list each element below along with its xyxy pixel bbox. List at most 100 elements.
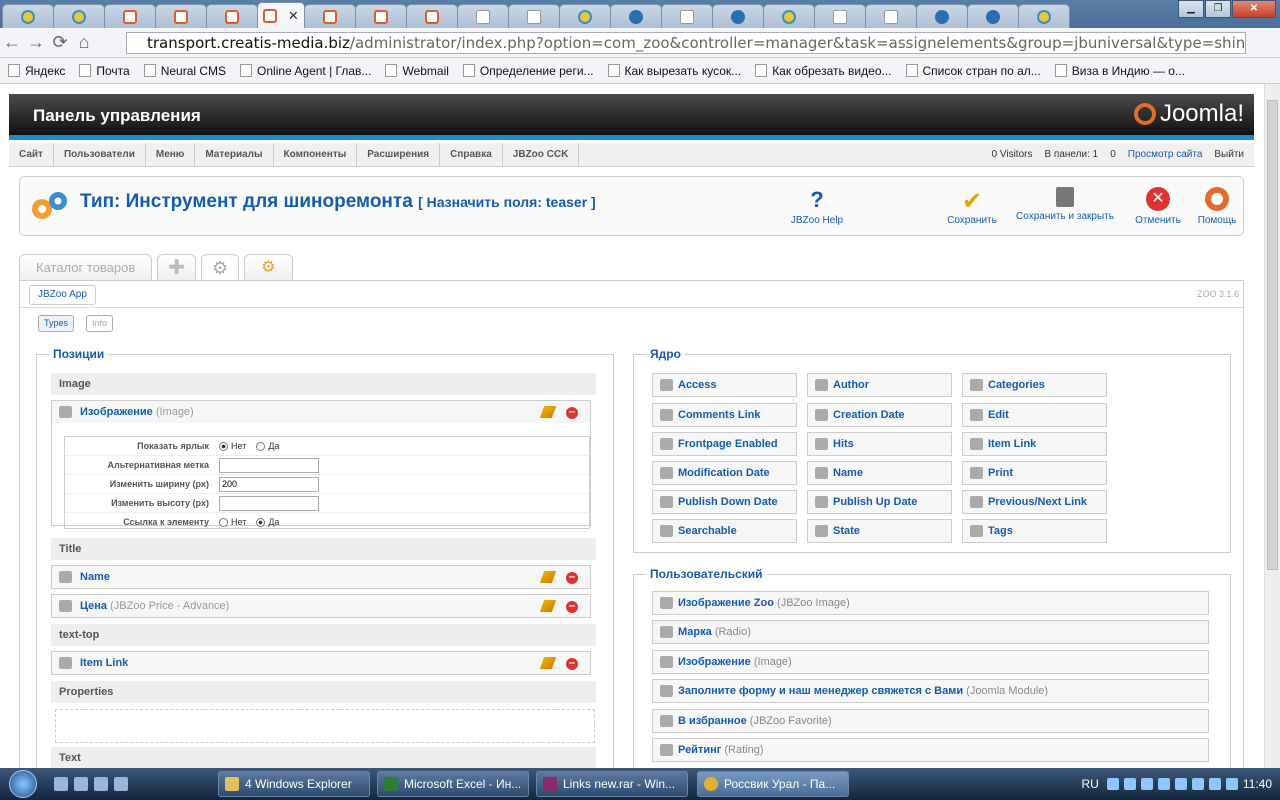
app-gear-icon[interactable]: ⚙	[244, 254, 293, 281]
menu-item-help[interactable]: Справка	[440, 142, 503, 167]
element-item-link[interactable]: Item Link –	[51, 651, 591, 675]
custom-element[interactable]: Заполните форму и наш менеджер свяжется …	[652, 679, 1209, 703]
logout-link[interactable]: Выйти	[1214, 143, 1244, 167]
tray-icon[interactable]	[1157, 778, 1170, 790]
browser-tab[interactable]	[610, 4, 662, 28]
core-element[interactable]: State	[807, 519, 952, 543]
menu-item-menus[interactable]: Меню	[146, 142, 196, 167]
custom-element[interactable]: Изображение (Image)	[652, 650, 1209, 674]
core-element[interactable]: Hits	[807, 432, 952, 456]
bookmark[interactable]: Online Agent | Глав...	[240, 64, 371, 78]
width-input[interactable]	[219, 476, 319, 492]
url-input[interactable]: transport.creatis-media.biz/administrato…	[126, 32, 1246, 54]
custom-element[interactable]: Изображение Zoo (JBZoo Image)	[652, 591, 1209, 615]
help-button[interactable]: Помощь	[1182, 187, 1252, 226]
network-icon[interactable]	[1208, 778, 1221, 790]
vertical-scrollbar[interactable]	[1264, 84, 1280, 768]
bookmark[interactable]: Почта	[79, 64, 130, 78]
browser-tab[interactable]	[53, 4, 105, 28]
alt-label-input[interactable]	[219, 457, 319, 473]
menu-item-users[interactable]: Пользователи	[54, 142, 146, 167]
language-indicator[interactable]: RU	[1082, 777, 1099, 791]
outlook-icon[interactable]	[74, 777, 88, 791]
edit-pencil-icon[interactable]	[539, 600, 557, 612]
taskbar-excel[interactable]: Microsoft Excel - Ин...	[377, 771, 529, 797]
messages-count[interactable]: 0	[1110, 143, 1116, 167]
delete-icon[interactable]: –	[566, 572, 578, 584]
core-element[interactable]: Publish Up Date	[807, 490, 952, 514]
calculator-icon[interactable]	[94, 777, 108, 791]
delete-icon[interactable]: –	[566, 658, 578, 670]
core-element[interactable]: Creation Date	[807, 403, 952, 427]
bookmark[interactable]: Webmail	[385, 64, 449, 78]
save-button[interactable]: ✔ Сохранить	[937, 187, 1007, 226]
core-element[interactable]: Publish Down Date	[652, 490, 797, 514]
clock[interactable]: 11:40	[1243, 777, 1272, 791]
radio-no[interactable]	[219, 442, 228, 452]
minimize-icon[interactable]: ▁	[1178, 0, 1204, 18]
tray-icon[interactable]	[1174, 778, 1187, 790]
radio-yes[interactable]	[256, 442, 266, 452]
height-input[interactable]	[219, 495, 319, 511]
core-element[interactable]: Previous/Next Link	[962, 490, 1107, 514]
browser-tab[interactable]	[763, 4, 815, 28]
browser-tab[interactable]	[1018, 4, 1070, 28]
core-element[interactable]: Name	[807, 461, 952, 485]
bookmark[interactable]: Виза в Индию — о...	[1054, 64, 1185, 78]
tray-icon[interactable]	[1123, 778, 1136, 790]
taskbar-chrome[interactable]: Россвик Урал - Па...	[697, 771, 849, 797]
home-icon[interactable]: ⌂	[72, 32, 96, 53]
browser-tab[interactable]	[355, 4, 407, 28]
core-element[interactable]: Item Link	[962, 432, 1107, 456]
app-icon[interactable]	[114, 777, 128, 791]
bookmark[interactable]: Яндекс	[8, 64, 65, 78]
back-icon[interactable]: ←	[0, 32, 24, 53]
bookmark[interactable]: Как обрезать видео...	[755, 64, 892, 78]
delete-icon[interactable]: –	[566, 601, 578, 613]
core-element[interactable]: Edit	[962, 403, 1107, 427]
scrollbar-thumb[interactable]	[1267, 100, 1278, 570]
tray-icon[interactable]	[1140, 778, 1153, 790]
browser-tab[interactable]	[304, 4, 356, 28]
window-close-icon[interactable]: ✕	[1232, 0, 1276, 18]
forward-icon[interactable]: →	[24, 32, 48, 53]
menu-item-site[interactable]: Сайт	[9, 142, 54, 167]
browser-tab[interactable]	[559, 4, 611, 28]
browser-tab[interactable]	[104, 4, 156, 28]
core-element[interactable]: Modification Date	[652, 461, 797, 485]
core-element[interactable]: Comments Link	[652, 403, 797, 427]
browser-tab[interactable]	[967, 4, 1019, 28]
close-tab-icon[interactable]: ✕	[288, 8, 299, 24]
custom-element[interactable]: В избранное (JBZoo Favorite)	[652, 709, 1209, 733]
radio-yes[interactable]	[256, 518, 266, 528]
element-price[interactable]: Цена (JBZoo Price - Advance) –	[51, 594, 591, 618]
tab-catalog[interactable]: Каталог товаров	[19, 254, 153, 281]
edit-pencil-icon[interactable]	[539, 657, 557, 669]
core-element[interactable]: Searchable	[652, 519, 797, 543]
view-site-link[interactable]: Просмотр сайта	[1128, 149, 1203, 160]
save-close-button[interactable]: Сохранить и закрыть	[1010, 187, 1120, 222]
browser-tab-active[interactable]: ✕	[257, 2, 305, 28]
taskbar-winrar[interactable]: Links new.rar - Win...	[536, 771, 688, 797]
custom-element[interactable]: Марка (Radio)	[652, 620, 1209, 644]
browser-tab[interactable]	[206, 4, 258, 28]
browser-tab[interactable]	[814, 4, 866, 28]
menu-item-extensions[interactable]: Расширения	[357, 142, 441, 167]
bookmark[interactable]: Список стран по ал...	[905, 64, 1041, 78]
info-link[interactable]: Info	[86, 315, 114, 332]
core-element[interactable]: Access	[652, 373, 797, 397]
show-desktop-icon[interactable]	[54, 777, 68, 791]
menu-item-components[interactable]: Компоненты	[274, 142, 358, 167]
bookmark[interactable]: Neural CMS	[143, 64, 226, 78]
start-button[interactable]	[0, 768, 46, 800]
bookmark[interactable]: Как вырезать кусок...	[607, 64, 741, 78]
browser-tab[interactable]	[406, 4, 458, 28]
core-element[interactable]: Tags	[962, 519, 1107, 543]
battery-icon[interactable]	[1191, 778, 1204, 790]
core-element[interactable]: Frontpage Enabled	[652, 432, 797, 456]
browser-tab[interactable]	[155, 4, 207, 28]
browser-tab[interactable]	[712, 4, 764, 28]
element-name[interactable]: Name –	[51, 565, 591, 589]
subtab-jbzoo-app[interactable]: JBZoo App	[29, 285, 96, 305]
volume-icon[interactable]	[1225, 778, 1238, 790]
